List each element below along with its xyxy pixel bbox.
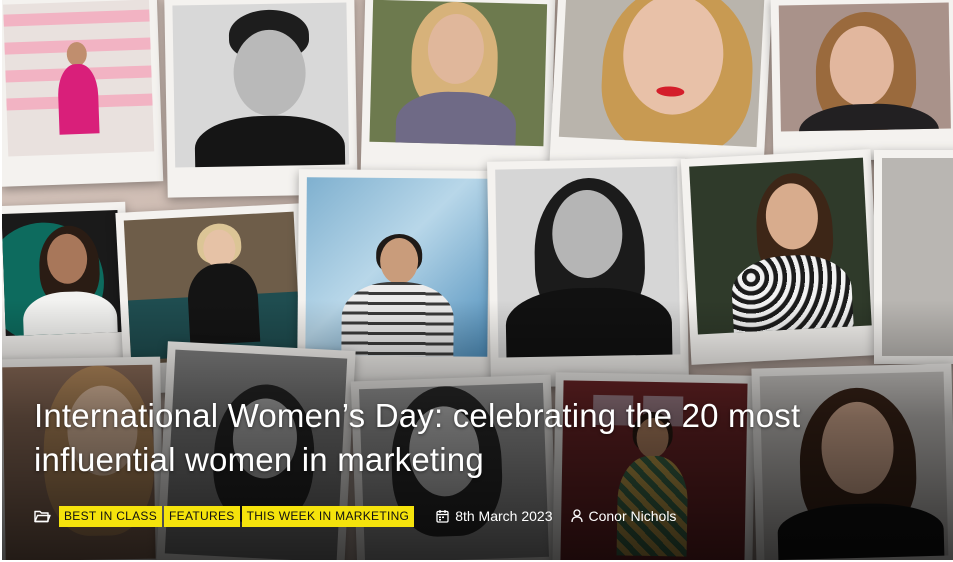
category-tag-features[interactable]: FEATURES (164, 505, 240, 527)
article-date-text: 8th March 2023 (455, 508, 553, 524)
article-author[interactable]: Conor Nichols (570, 508, 677, 524)
hero-image[interactable]: International Women’s Day: celebrating t… (2, 0, 953, 560)
category-tag-this-week-in-marketing[interactable]: THIS WEEK IN MARKETING (241, 505, 415, 527)
user-icon (570, 509, 583, 523)
polaroid-photo (549, 0, 773, 178)
article-headline[interactable]: International Women’s Day: celebrating t… (34, 394, 914, 482)
polaroid-photo (2, 0, 164, 187)
article-meta: BEST IN CLASS FEATURES THIS WEEK IN MARK… (34, 505, 676, 527)
calendar-icon (436, 509, 449, 523)
folder-icon (34, 509, 51, 523)
polaroid-photo (360, 0, 556, 177)
category-tag-best-in-class[interactable]: BEST IN CLASS (59, 505, 163, 527)
polaroid-photo (164, 0, 358, 198)
article-author-name[interactable]: Conor Nichols (589, 508, 677, 524)
polaroid-photo (770, 0, 953, 162)
article-date: 8th March 2023 (436, 508, 553, 524)
